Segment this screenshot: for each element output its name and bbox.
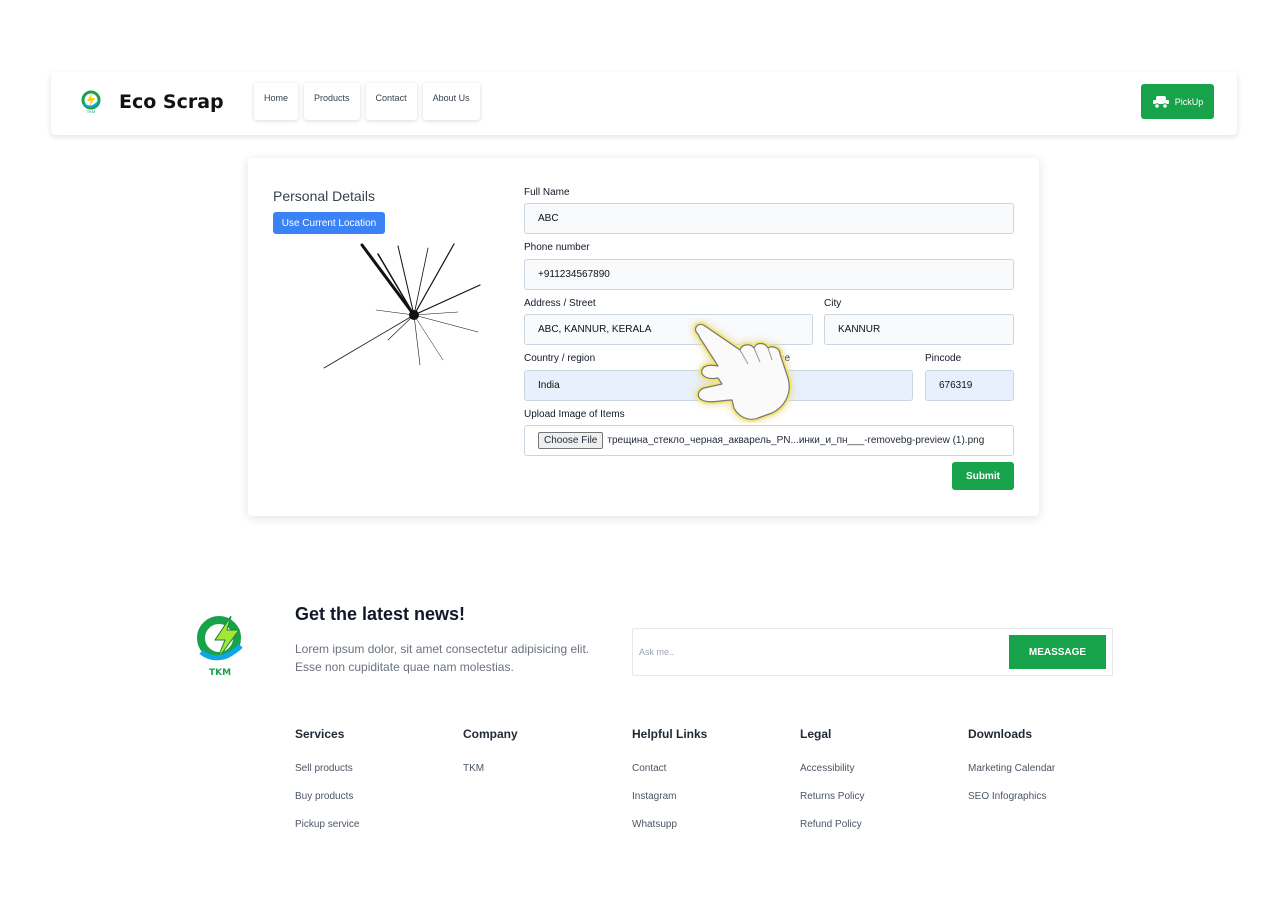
nav-links: Home Products Contact About Us — [254, 83, 480, 120]
footer-link[interactable]: Marketing Calendar — [968, 763, 1128, 791]
footer-column-services: Services Sell products Buy products Pick… — [295, 727, 455, 847]
navbar: TKM Eco Scrap Home Products Contact Abou… — [51, 72, 1237, 135]
footer-column-title: Downloads — [968, 727, 1033, 741]
newsletter-form: Ask me.. MEASSAGE — [632, 628, 1113, 676]
use-current-location-button[interactable]: Use Current Location — [273, 212, 385, 234]
footer-column-company: Company TKM — [463, 727, 623, 791]
footer-logo-text: TKM — [209, 668, 231, 678]
country-select[interactable]: India — [524, 370, 714, 401]
footer-link[interactable]: Contact — [632, 763, 792, 791]
file-upload-field[interactable]: Choose File трещина_стекло_черная_акваре… — [524, 425, 1014, 456]
brand[interactable]: TKM Eco Scrap — [81, 90, 224, 114]
footer-column-downloads: Downloads Marketing Calendar SEO Infogra… — [968, 727, 1128, 819]
newsletter-title: Get the latest news! — [295, 604, 466, 624]
file-name: трещина_стекло_черная_акварель_PN...инки… — [607, 435, 985, 446]
footer-link[interactable]: Pickup service — [295, 819, 455, 847]
nav-home[interactable]: Home — [254, 83, 299, 120]
personal-details-card: Personal Details Use Current Location Fu… — [248, 158, 1039, 516]
svg-text:TKM: TKM — [87, 109, 95, 114]
eco-logo-icon: TKM — [81, 90, 101, 114]
footer-column-title: Legal — [800, 727, 832, 741]
footer-link[interactable]: Accessibility — [800, 763, 960, 791]
phone-input[interactable]: +911234567890 — [524, 259, 1014, 290]
newsletter-text: Lorem ipsum dolor, sit amet consectetur … — [295, 642, 590, 674]
tkm-logo-icon: TKM — [197, 615, 243, 678]
pickup-label: PickUp — [1174, 96, 1204, 107]
footer-link[interactable]: Sell products — [295, 763, 455, 791]
address-label: Address / Street — [524, 298, 596, 309]
pincode-input[interactable]: 676319 — [925, 370, 1014, 401]
country-label: Country / region — [524, 353, 596, 364]
uploaded-image-preview — [323, 243, 481, 369]
pickup-button[interactable]: PickUp — [1141, 84, 1214, 119]
footer-column-legal: Legal Accessibility Returns Policy Refun… — [800, 727, 960, 847]
nav-products[interactable]: Products — [304, 83, 360, 120]
phone-label: Phone number — [524, 242, 590, 253]
brand-name: Eco Scrap — [119, 91, 224, 113]
pincode-label: Pincode — [925, 353, 962, 364]
full-name-label: Full Name — [524, 187, 570, 198]
nav-about-us[interactable]: About Us — [422, 83, 480, 120]
footer-link[interactable]: Whatsupp — [632, 819, 792, 847]
footer-link[interactable]: Refund Policy — [800, 819, 960, 847]
footer-link[interactable]: Instagram — [632, 791, 792, 819]
section-title: Personal Details — [273, 188, 375, 204]
footer-column-helpful-links: Helpful Links Contact Instagram Whatsupp — [632, 727, 792, 847]
hand-pointer-icon — [693, 321, 792, 422]
footer-column-title: Company — [463, 727, 518, 741]
city-label: City — [824, 298, 842, 309]
newsletter-input[interactable]: Ask me.. — [639, 647, 674, 657]
upload-label: Upload Image of Items — [524, 409, 625, 420]
message-button[interactable]: MEASSAGE — [1009, 635, 1106, 669]
footer-link[interactable]: Buy products — [295, 791, 455, 819]
nav-contact[interactable]: Contact — [365, 83, 417, 120]
full-name-input[interactable]: ABC — [524, 203, 1014, 234]
city-input[interactable]: KANNUR — [824, 314, 1014, 345]
footer-link[interactable]: TKM — [463, 763, 623, 791]
footer-column-title: Helpful Links — [632, 727, 708, 741]
choose-file-button[interactable]: Choose File — [538, 432, 604, 449]
footer-link[interactable]: Returns Policy — [800, 791, 960, 819]
truck-icon — [1152, 95, 1169, 109]
footer-column-title: Services — [295, 727, 345, 741]
submit-button[interactable]: Submit — [952, 462, 1014, 490]
footer-link[interactable]: SEO Infographics — [968, 791, 1128, 819]
